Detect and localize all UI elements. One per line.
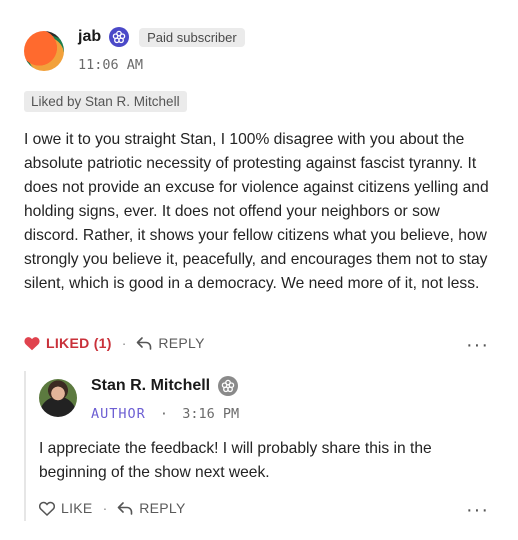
separator-dot: ·	[159, 406, 169, 422]
like-button[interactable]: LIKE	[39, 500, 93, 516]
heart-outline-icon	[39, 501, 55, 516]
timestamp[interactable]: 11:06 AM	[78, 57, 143, 73]
author-role-badge: AUTHOR	[91, 406, 146, 422]
reply-arrow-icon	[137, 337, 152, 350]
comment-header: jab Paid subscriber	[78, 27, 245, 47]
reply-button[interactable]: REPLY	[117, 500, 185, 516]
reply-body: I appreciate the feedback! I will probab…	[39, 440, 432, 481]
timestamp[interactable]: 3:16 PM	[182, 406, 239, 422]
more-options-button[interactable]: ···	[466, 500, 489, 520]
subscriber-badge: Paid subscriber	[139, 27, 245, 47]
separator-dot: ·	[102, 500, 108, 516]
like-label: LIKE	[61, 500, 93, 516]
liked-by-badge: Liked by Stan R. Mitchell	[24, 91, 187, 112]
reply-actions: LIKE · REPLY	[39, 500, 186, 516]
author-name[interactable]: jab	[78, 28, 101, 46]
reply-label: REPLY	[139, 500, 186, 516]
avatar[interactable]	[39, 379, 77, 417]
thread-line	[24, 371, 26, 521]
separator-dot: ·	[121, 335, 127, 351]
more-options-button[interactable]: ···	[466, 335, 489, 355]
comment-actions: LIKED (1) · REPLY	[24, 335, 205, 351]
reply-button[interactable]: REPLY	[136, 335, 204, 351]
reply-arrow-icon	[117, 502, 133, 515]
avatar[interactable]	[24, 31, 64, 71]
like-button[interactable]: LIKED (1)	[24, 335, 112, 351]
flower-badge-icon[interactable]	[218, 376, 239, 396]
like-label: LIKED (1)	[46, 335, 112, 351]
flower-badge-icon[interactable]	[109, 27, 130, 47]
author-name[interactable]: Stan R. Mitchell	[91, 377, 210, 395]
reply-meta: AUTHOR · 3:16 PM	[91, 406, 239, 422]
heart-filled-icon	[24, 336, 40, 350]
reply-label: REPLY	[158, 335, 205, 351]
comment-body: I owe it to you straight Stan, I 100% di…	[24, 131, 489, 292]
reply-header: Stan R. Mitchell	[91, 376, 239, 396]
